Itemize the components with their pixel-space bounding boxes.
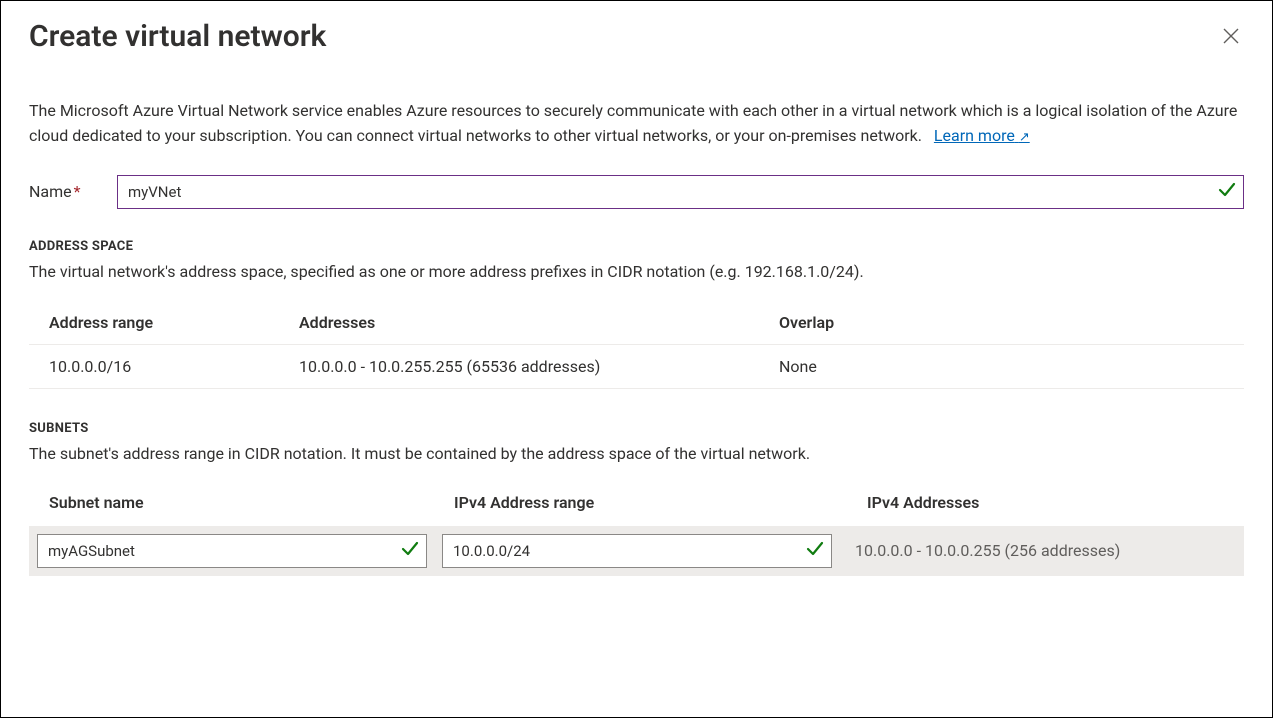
cell-range: 10.0.0.0/16	[49, 357, 299, 376]
address-space-table: Address range Addresses Overlap 10.0.0.0…	[29, 301, 1244, 389]
subnets-description: The subnet's address range in CIDR notat…	[29, 444, 1244, 463]
table-row: 10.0.0.0 - 10.0.0.255 (256 addresses)	[29, 526, 1244, 576]
checkmark-icon	[806, 540, 824, 562]
subnets-header-row: Subnet name IPv4 Address range IPv4 Addr…	[29, 483, 1244, 526]
name-label: Name*	[29, 182, 117, 201]
address-space-header-row: Address range Addresses Overlap	[29, 301, 1244, 345]
checkmark-icon	[1218, 181, 1236, 203]
col-header-subnet-name: Subnet name	[49, 493, 454, 512]
name-input[interactable]	[117, 175, 1244, 209]
col-header-addresses: Addresses	[299, 313, 779, 332]
col-header-range: Address range	[49, 313, 299, 332]
subnet-range-input-wrapper	[442, 534, 832, 568]
address-space-description: The virtual network's address space, spe…	[29, 262, 1244, 281]
subnet-name-input-wrapper	[37, 534, 427, 568]
intro-paragraph: The Microsoft Azure Virtual Network serv…	[29, 99, 1239, 149]
external-link-icon: ↗	[1019, 130, 1030, 145]
required-asterisk: *	[74, 182, 81, 201]
col-header-overlap: Overlap	[779, 313, 1224, 332]
subnet-range-input[interactable]	[442, 534, 832, 568]
subnets-table: Subnet name IPv4 Address range IPv4 Addr…	[29, 483, 1244, 576]
name-input-wrapper	[117, 175, 1244, 209]
close-button[interactable]	[1218, 23, 1244, 55]
col-header-ipv4-range: IPv4 Address range	[454, 493, 859, 512]
checkmark-icon	[401, 540, 419, 562]
address-space-heading: ADDRESS SPACE	[29, 239, 1244, 254]
subnets-heading: SUBNETS	[29, 421, 1244, 436]
col-header-ipv4-addresses: IPv4 Addresses	[859, 493, 1236, 512]
name-field-row: Name*	[29, 175, 1244, 209]
learn-more-link[interactable]: Learn more ↗	[934, 126, 1030, 145]
panel-title: Create virtual network	[29, 19, 326, 55]
subnet-name-input[interactable]	[37, 534, 427, 568]
cell-overlap: None	[779, 357, 1224, 376]
cell-addresses: 10.0.0.0 - 10.0.255.255 (65536 addresses…	[299, 357, 779, 376]
intro-text: The Microsoft Azure Virtual Network serv…	[29, 101, 1237, 145]
cell-ipv4-addresses: 10.0.0.0 - 10.0.0.255 (256 addresses)	[847, 541, 1236, 560]
table-row[interactable]: 10.0.0.0/16 10.0.0.0 - 10.0.255.255 (655…	[29, 345, 1244, 389]
create-vnet-panel: Create virtual network The Microsoft Azu…	[0, 0, 1273, 718]
close-icon	[1222, 28, 1240, 50]
